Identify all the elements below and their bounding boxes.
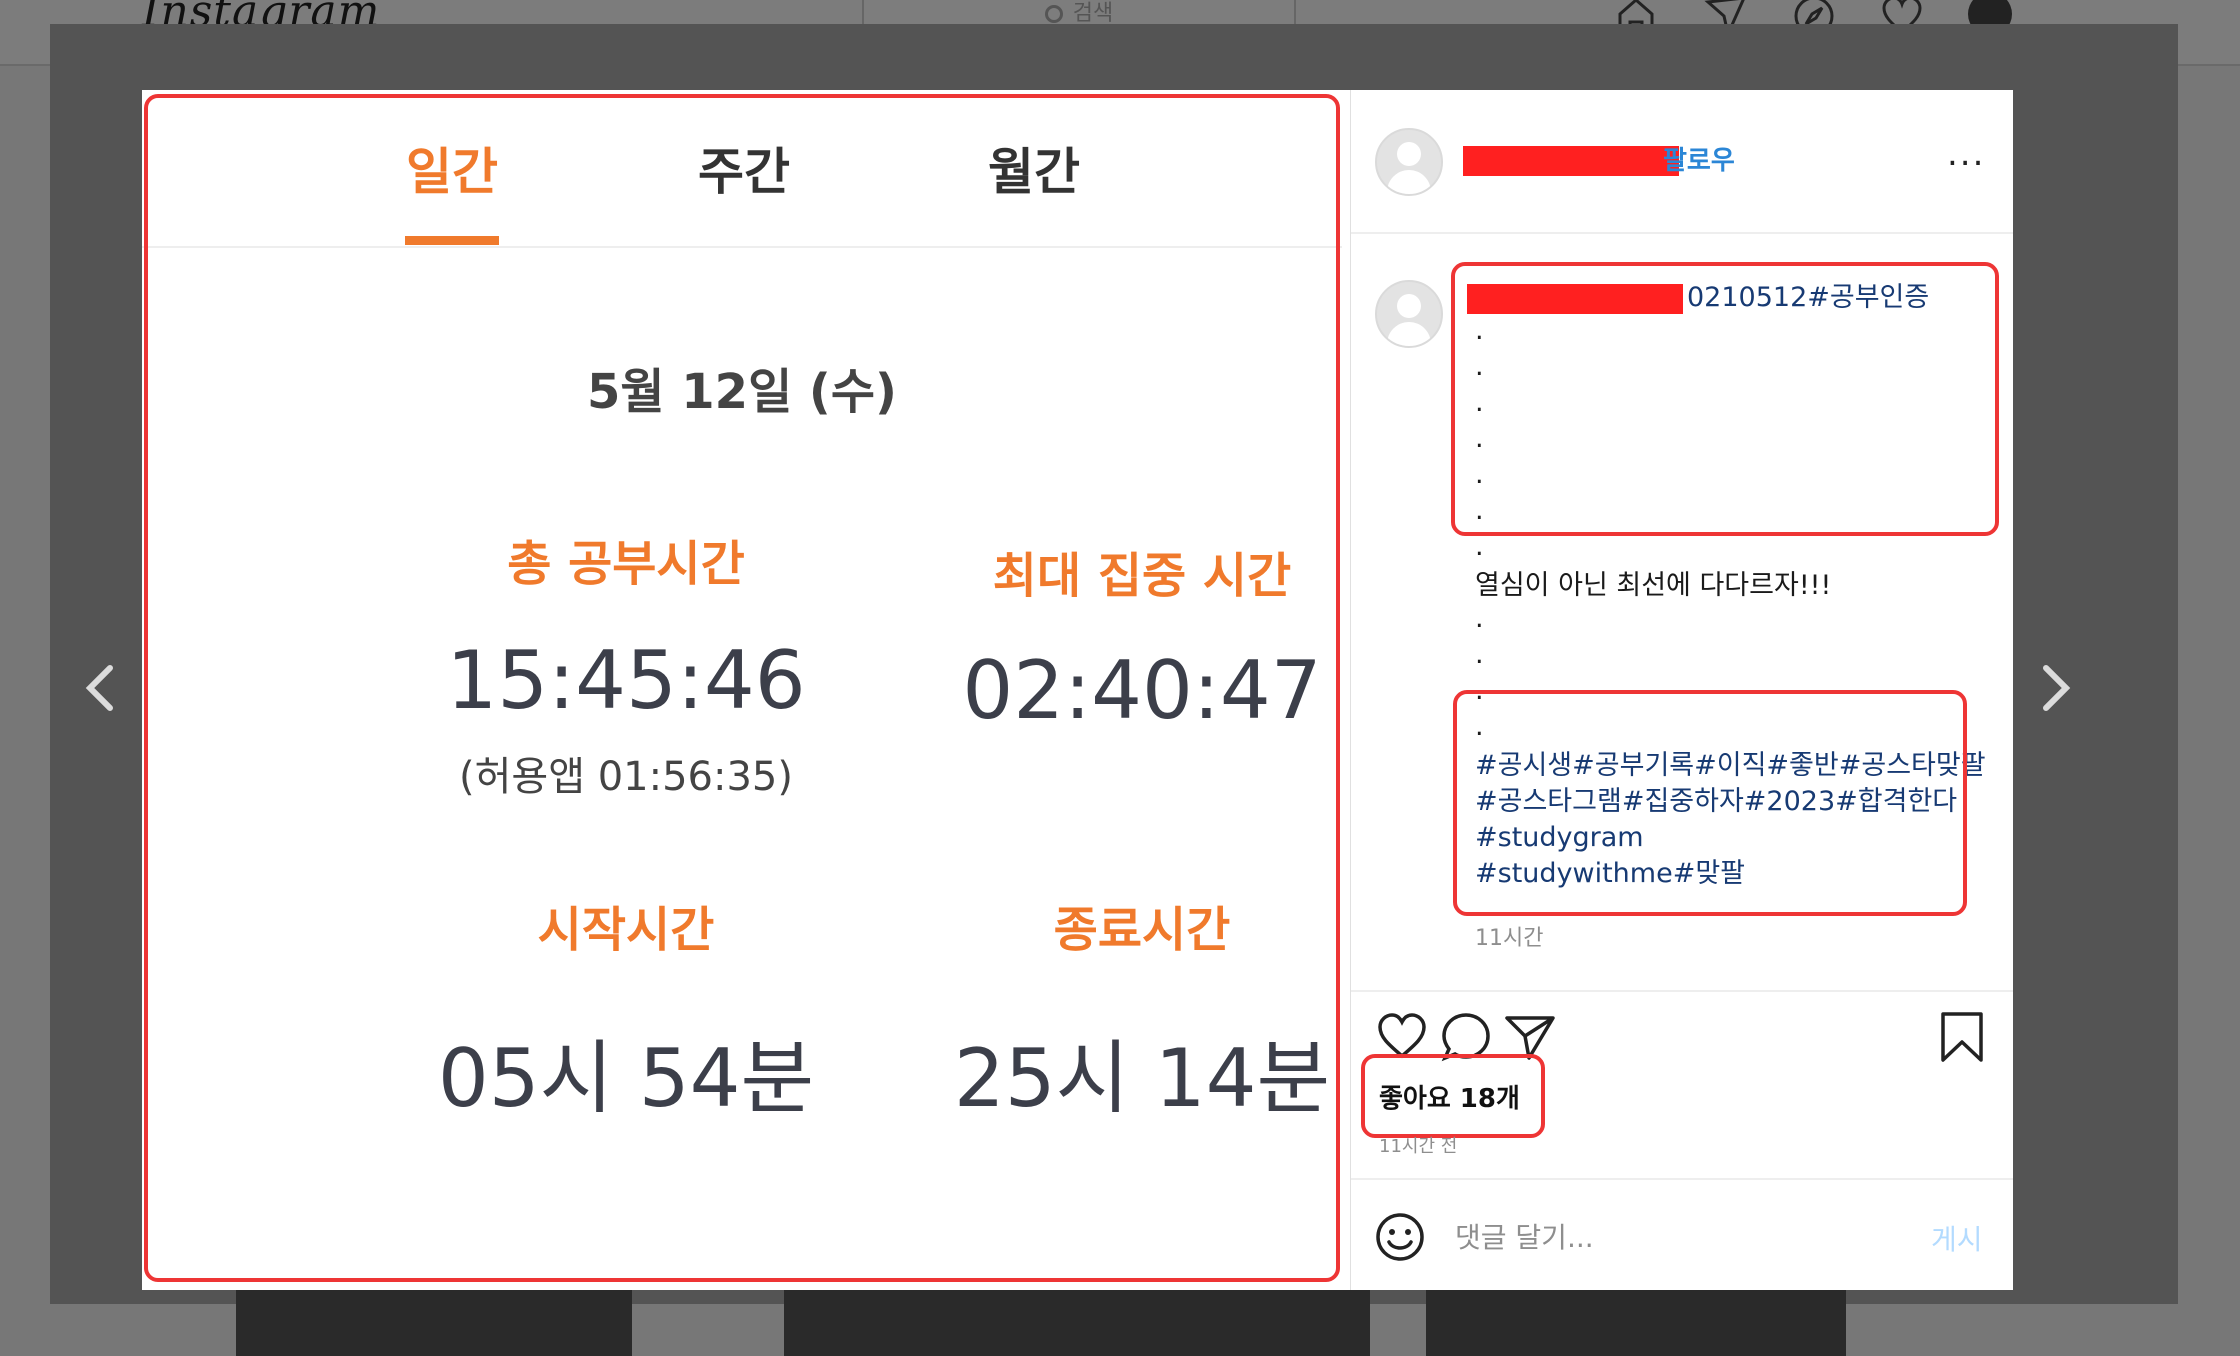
previous-post-arrow[interactable] (72, 658, 132, 718)
post-comment-button[interactable]: 게시 (1931, 1218, 1983, 1258)
post-timestamp: 11시간 전 (1379, 1136, 1458, 1157)
divider (1351, 990, 2013, 992)
post-details-panel: 팔로우 ... 0210512#공부인증 . . . . . . . 열심이 아… (1350, 90, 2013, 1290)
caption-dot: . (1475, 639, 1484, 670)
bookmark-icon[interactable] (1935, 1010, 1989, 1064)
background-thumbnail (236, 1290, 632, 1356)
follow-button[interactable]: 팔로우 (1663, 140, 1735, 177)
emoji-icon[interactable] (1373, 1210, 1427, 1264)
divider (1351, 1178, 2013, 1180)
background-thumbnail (1426, 1290, 1846, 1356)
author-avatar[interactable] (1375, 128, 1443, 196)
more-options-button[interactable]: ... (1947, 137, 1985, 171)
caption-dot: . (1475, 531, 1484, 562)
caption-timestamp: 11시간 (1475, 926, 1544, 951)
highlight-box-likes (1361, 1054, 1545, 1138)
post-header: 팔로우 ... (1351, 90, 2013, 234)
background-thumbnail (784, 1290, 1370, 1356)
caption-dot: . (1475, 603, 1484, 634)
highlight-box-hashtags (1453, 690, 1967, 916)
caption-author-avatar[interactable] (1375, 280, 1443, 348)
search-placeholder: 검색 (1072, 1, 1114, 26)
study-stats-image: 일간 주간 월간 5월 12일 (수) 총 공부시간 15:45:46 (허용앱… (142, 90, 1346, 1290)
highlight-box-caption (1451, 262, 1999, 536)
caption-text: 열심이 아닌 최선에 다다르자!!! (1475, 570, 1832, 601)
next-post-arrow[interactable] (2024, 658, 2084, 718)
redacted-username (1463, 146, 1679, 176)
comment-input[interactable] (1453, 1214, 1897, 1260)
post-modal: 일간 주간 월간 5월 12일 (수) 총 공부시간 15:45:46 (허용앱… (142, 90, 2013, 1290)
highlight-box-study (144, 94, 1340, 1282)
search-icon (1044, 5, 1063, 23)
